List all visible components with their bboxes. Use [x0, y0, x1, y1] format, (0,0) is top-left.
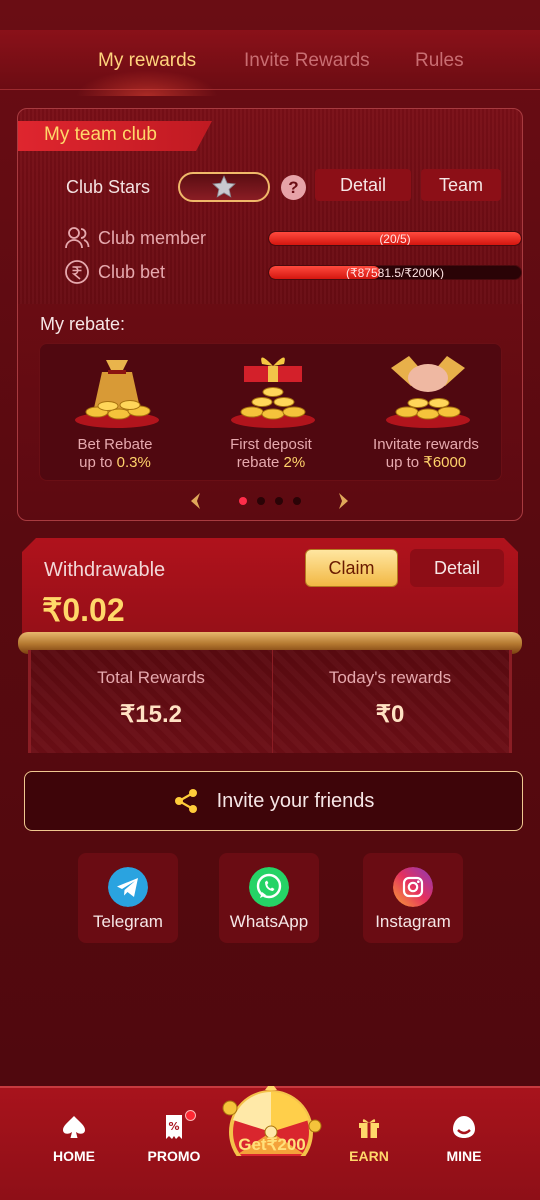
carousel-dot-3[interactable] [275, 497, 283, 505]
rebate-bet-line1: Bet Rebate [77, 436, 153, 453]
carousel-dot-2[interactable] [257, 497, 265, 505]
club-member-label: Club member [98, 228, 207, 248]
promo-notification-dot [185, 1110, 196, 1121]
rewards-summary-panel: Total Rewards ₹15.2 Today's rewards ₹0 [28, 650, 512, 753]
total-rewards-value: ₹15.2 [120, 701, 182, 728]
club-bet-progress-text: (₹87581.5/₹200K) [346, 265, 444, 280]
club-member-row: Club member (20/5) [64, 225, 522, 251]
tab-my-rewards[interactable]: My rewards [75, 50, 219, 96]
rebate-first-deposit-line2: rebate 2% [236, 454, 306, 471]
lucky-wheel-label[interactable]: Get₹200 [222, 1135, 322, 1155]
club-bet-label: Club bet [98, 262, 166, 282]
withdrawable-amount: ₹0.02 [42, 592, 125, 628]
invite-friends-label: Invite your friends [216, 789, 375, 812]
gift-coins-icon [231, 357, 315, 428]
share-icon [174, 789, 197, 813]
star-icon [212, 175, 236, 198]
tab-bar: My rewards Invite Rewards Rules [0, 30, 540, 96]
telegram-label: Telegram [93, 912, 163, 931]
rebate-invitate-line1: Invitate rewards [373, 436, 479, 453]
today-rewards-value: ₹0 [375, 701, 405, 728]
users-icon [65, 227, 90, 249]
club-title: My team club [44, 124, 157, 145]
rebate-title: My rebate: [40, 314, 126, 334]
rebate-item-first-deposit[interactable]: First deposit rebate 2% [196, 344, 346, 482]
club-stars-label: Club Stars [66, 177, 151, 197]
telegram-icon [108, 867, 148, 907]
carousel-dot-4[interactable] [293, 497, 301, 505]
club-member-progress: (20/5) [268, 231, 522, 246]
rupee-coin-icon [65, 260, 89, 284]
withdraw-detail-button[interactable]: Detail [410, 549, 504, 587]
rebate-item-bet[interactable]: Bet Rebate up to 0.3% [40, 344, 190, 482]
instagram-icon [393, 867, 433, 907]
club-bet-row: Club bet (₹87581.5/₹200K) [64, 259, 522, 285]
rewards-page: My rewards Invite Rewards Rules My team … [0, 0, 540, 1200]
rebate-carousel[interactable]: Bet Rebate up to 0.3% First deposit reba… [39, 343, 502, 481]
rebate-bet-line2: up to 0.3% [79, 454, 151, 471]
club-bet-progress: (₹87581.5/₹200K) [268, 265, 522, 280]
share-instagram-button[interactable]: Instagram [363, 853, 463, 943]
rebate-item-invitate[interactable]: Invitate rewards up to ₹6000 [351, 344, 501, 482]
help-icon[interactable]: ? [281, 175, 306, 200]
nav-earn-label: EARN [349, 1148, 389, 1164]
whatsapp-icon [249, 867, 289, 907]
user-profile-icon [453, 1116, 475, 1138]
today-rewards-label: Today's rewards [328, 668, 452, 687]
chevron-right-icon[interactable] [331, 490, 353, 512]
nav-mine[interactable]: MINE [424, 1114, 504, 1174]
club-detail-button[interactable]: Detail [315, 169, 411, 201]
invite-friends-button[interactable]: Invite your friends [24, 771, 523, 831]
total-rewards-label: Total Rewards [97, 668, 205, 687]
whatsapp-label: WhatsApp [229, 912, 309, 931]
rebate-invitate-line2: up to ₹6000 [385, 454, 467, 471]
carousel-pagination [18, 489, 522, 513]
svg-text:%: % [168, 1120, 179, 1133]
club-team-button[interactable]: Team [421, 169, 501, 201]
handshake-coins-icon [386, 356, 470, 428]
nav-mine-label: MINE [446, 1148, 482, 1164]
team-club-card: My team club Club Stars ? Detail Team Cl… [17, 108, 523, 521]
claim-button[interactable]: Claim [305, 549, 398, 587]
share-telegram-button[interactable]: Telegram [78, 853, 178, 943]
nav-promo[interactable]: % PROMO [134, 1114, 214, 1174]
club-member-progress-text: (20/5) [379, 231, 411, 246]
instagram-label: Instagram [375, 912, 451, 931]
nav-earn[interactable]: EARN [329, 1114, 409, 1174]
carousel-dot-1[interactable] [239, 497, 247, 505]
share-whatsapp-button[interactable]: WhatsApp [219, 853, 319, 943]
gift-icon [359, 1119, 379, 1138]
tab-invite-rewards[interactable]: Invite Rewards [244, 50, 370, 72]
chevron-left-icon[interactable] [186, 490, 208, 512]
withdrawable-label: Withdrawable [44, 559, 166, 581]
nav-home[interactable]: HOME [34, 1114, 114, 1174]
nav-home-label: HOME [53, 1148, 95, 1164]
money-bag-icon [75, 360, 159, 428]
club-stars-badge [178, 172, 270, 202]
nav-promo-label: PROMO [147, 1148, 201, 1164]
rebate-first-deposit-line1: First deposit [230, 436, 312, 453]
tab-rules[interactable]: Rules [415, 50, 464, 72]
spade-icon [63, 1116, 85, 1138]
promo-ticket-icon: % [166, 1115, 182, 1139]
